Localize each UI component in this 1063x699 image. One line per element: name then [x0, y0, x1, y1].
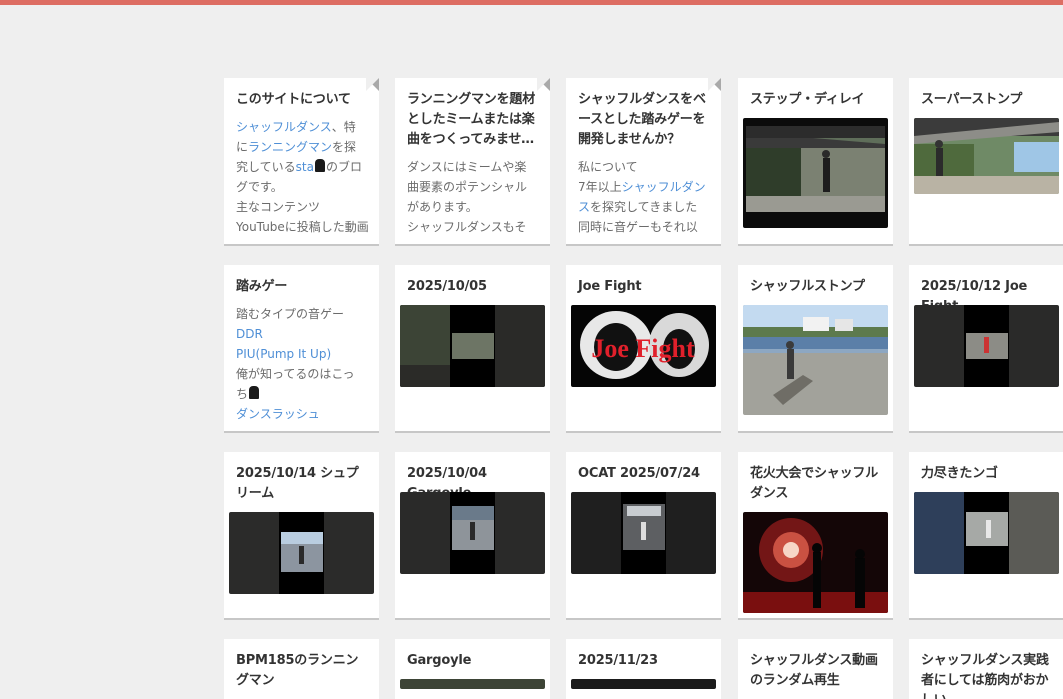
- video-thumbnail[interactable]: [743, 305, 888, 415]
- card-title: シャッフルダンス動画のランダム再生: [750, 653, 878, 688]
- card-bpm185[interactable]: BPM185のランニングマン: [224, 639, 379, 699]
- card-about[interactable]: このサイトについて シャッフルダンス、特 にランニングマンを探 究しているsta…: [224, 78, 379, 244]
- link-dance-rush[interactable]: ダンスラッシュ: [236, 407, 320, 421]
- card-2025-10-05[interactable]: 2025/10/05: [395, 265, 550, 431]
- card-title: ランニングマンを題材としたミームまたは楽曲をつくってみませんか？: [407, 92, 536, 147]
- author-avatar-icon: [249, 386, 260, 399]
- card-gargoyle-1004[interactable]: 2025/10/04 Gargoyle: [395, 452, 550, 618]
- card-title: シャッフルダンス実践者にしては筋肉がおかしい: [921, 653, 1049, 699]
- card-hanabi[interactable]: 花火大会でシャッフルダンス: [738, 452, 893, 618]
- card-random-play[interactable]: シャッフルダンス動画のランダム再生: [738, 639, 893, 699]
- video-thumbnail[interactable]: [571, 679, 716, 689]
- card-tsukitan[interactable]: 力尽きたンゴ: [909, 452, 1063, 618]
- card-title: シャッフルダンスをベースとした踏みゲーを開発しませんか？: [578, 92, 706, 147]
- link-shuffle-dance-cont[interactable]: ス: [578, 200, 590, 214]
- card-title: OCAT 2025/07/24: [578, 466, 700, 481]
- thumbnail-logo-text: Joe Fight: [591, 334, 695, 363]
- card-excerpt: 踏むタイプの音ゲー DDR PIU(Pump It Up) 俺が知ってるのはこっ…: [236, 307, 355, 421]
- video-thumbnail[interactable]: [400, 679, 545, 689]
- link-piu[interactable]: PIU(Pump It Up): [236, 347, 331, 361]
- card-title: Joe Fight: [578, 279, 642, 294]
- video-thumbnail[interactable]: [229, 512, 374, 594]
- card-title: BPM185のランニングマン: [236, 653, 359, 688]
- link-shuffle-dance[interactable]: シャッフルダン: [622, 180, 706, 194]
- card-title: シャッフルストンプ: [750, 279, 865, 294]
- video-thumbnail[interactable]: [914, 305, 1059, 387]
- card-step-delay[interactable]: ステップ・ディレイ: [738, 78, 893, 244]
- card-jissen[interactable]: シャッフルダンス実践者にしては筋肉がおかしい: [909, 639, 1063, 699]
- card-excerpt: シャッフルダンス、特 にランニングマンを探 究しているsta のブロ グです。 主…: [236, 120, 369, 234]
- card-gargoyle[interactable]: Gargoyle: [395, 639, 550, 699]
- card-title: 踏みゲー: [236, 279, 288, 294]
- card-title: このサイトについて: [236, 92, 351, 107]
- card-title: 2025/10/05: [407, 279, 487, 294]
- author-avatar-icon: [314, 159, 325, 172]
- card-title: Gargoyle: [407, 653, 472, 668]
- video-thumbnail[interactable]: [914, 118, 1059, 194]
- video-thumbnail[interactable]: [743, 118, 888, 228]
- link-shuffle-dance[interactable]: シャッフルダンス: [236, 120, 332, 134]
- card-title: 2025/10/14 シュプリーム: [236, 466, 359, 501]
- card-joe-fight-1012[interactable]: 2025/10/12 Joe Fight: [909, 265, 1063, 431]
- card-excerpt: ダンスにはミームや楽 曲要素のポテンシャル があります。 シャッフルダンスもそ: [407, 160, 528, 234]
- video-thumbnail[interactable]: [400, 492, 545, 574]
- card-title: 力尽きたンゴ: [921, 466, 998, 481]
- link-author[interactable]: sta: [296, 160, 314, 174]
- video-thumbnail[interactable]: [571, 492, 716, 574]
- top-accent-bar: [0, 0, 1063, 5]
- link-ddr[interactable]: DDR: [236, 327, 263, 341]
- card-meme[interactable]: ランニングマンを題材としたミームまたは楽曲をつくってみませんか？ ダンスにはミー…: [395, 78, 550, 244]
- card-ocat[interactable]: OCAT 2025/07/24: [566, 452, 721, 618]
- card-shuffle-stomp[interactable]: シャッフルストンプ: [738, 265, 893, 431]
- card-title: 花火大会でシャッフルダンス: [750, 466, 879, 501]
- card-title: スーパーストンプ: [921, 92, 1023, 107]
- card-game-dev[interactable]: シャッフルダンスをベースとした踏みゲーを開発しませんか？ 私について 7年以上シ…: [566, 78, 721, 244]
- video-thumbnail[interactable]: [914, 492, 1059, 574]
- link-running-man[interactable]: ランニングマン: [248, 140, 332, 154]
- video-thumbnail[interactable]: [400, 305, 545, 387]
- card-2025-11-23[interactable]: 2025/11/23: [566, 639, 721, 699]
- card-fumige[interactable]: 踏みゲー 踏むタイプの音ゲー DDR PIU(Pump It Up) 俺が知って…: [224, 265, 379, 431]
- card-excerpt: 私について 7年以上シャッフルダン スを探究してきました 同時に音ゲーもそれ以: [578, 160, 706, 234]
- card-shuprim[interactable]: 2025/10/14 シュプリーム: [224, 452, 379, 618]
- card-title: ステップ・ディレイ: [750, 92, 865, 107]
- video-thumbnail[interactable]: [743, 512, 888, 613]
- card-title: 2025/11/23: [578, 653, 658, 668]
- card-joe-fight[interactable]: Joe Fight Joe Fight: [566, 265, 721, 431]
- card-super-stomp[interactable]: スーパーストンプ: [909, 78, 1063, 244]
- video-thumbnail[interactable]: Joe Fight: [571, 305, 716, 387]
